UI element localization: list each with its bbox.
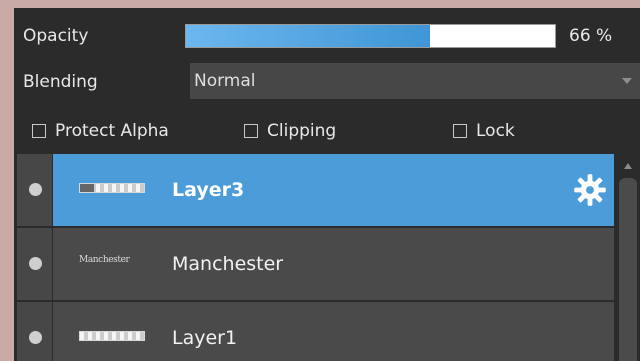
opacity-label: Opacity [23,26,89,46]
layers-panel: Opacity 66 % Blending Normal Protect Alp… [14,8,640,361]
clipping-checkbox[interactable]: Clipping [244,121,336,141]
layer-row-layer1[interactable]: Layer1 [17,302,614,361]
lock-checkbox[interactable]: Lock [453,121,515,141]
visibility-dot-icon [29,331,42,344]
layer-thumbnail [79,183,145,193]
blending-selected-value: Normal [194,71,256,91]
layer-body[interactable]: Layer3 [53,154,614,226]
scrollbar-thumb[interactable] [619,178,637,361]
opacity-slider[interactable] [185,24,556,48]
protect-alpha-box[interactable] [32,124,46,138]
visibility-toggle[interactable] [17,228,52,300]
visibility-toggle[interactable] [17,302,52,361]
layer-row-layer3[interactable]: Layer3 [17,154,614,226]
opacity-value: 66 % [569,26,613,46]
arrow-up-icon[interactable] [624,163,632,169]
layer-thumbnail: Manchester [79,255,130,265]
layer-body[interactable]: Layer1 [53,302,614,361]
layer-name: Layer1 [172,327,238,349]
blending-select[interactable]: Normal [190,63,640,99]
protect-alpha-label: Protect Alpha [55,121,169,141]
opacity-slider-fill [186,25,430,47]
layer-name: Layer3 [172,179,245,201]
visibility-dot-icon [29,257,42,270]
layer-list: Layer3 Manchester Manchester Layer1 [17,154,614,361]
layer-thumbnail [79,331,145,341]
layer-body[interactable]: Manchester Manchester [53,228,614,300]
blending-label: Blending [23,72,98,92]
chevron-down-icon [622,78,632,84]
visibility-dot-icon [29,183,42,196]
lock-label: Lock [476,121,515,141]
lock-box[interactable] [453,124,467,138]
clipping-box[interactable] [244,124,258,138]
layer-row-manchester[interactable]: Manchester Manchester [17,228,614,300]
layer-list-scrollbar[interactable] [616,154,640,361]
protect-alpha-checkbox[interactable]: Protect Alpha [32,121,169,141]
visibility-toggle[interactable] [17,154,52,226]
clipping-label: Clipping [267,121,337,141]
gear-icon[interactable] [572,172,608,208]
layer-name: Manchester [172,253,284,275]
